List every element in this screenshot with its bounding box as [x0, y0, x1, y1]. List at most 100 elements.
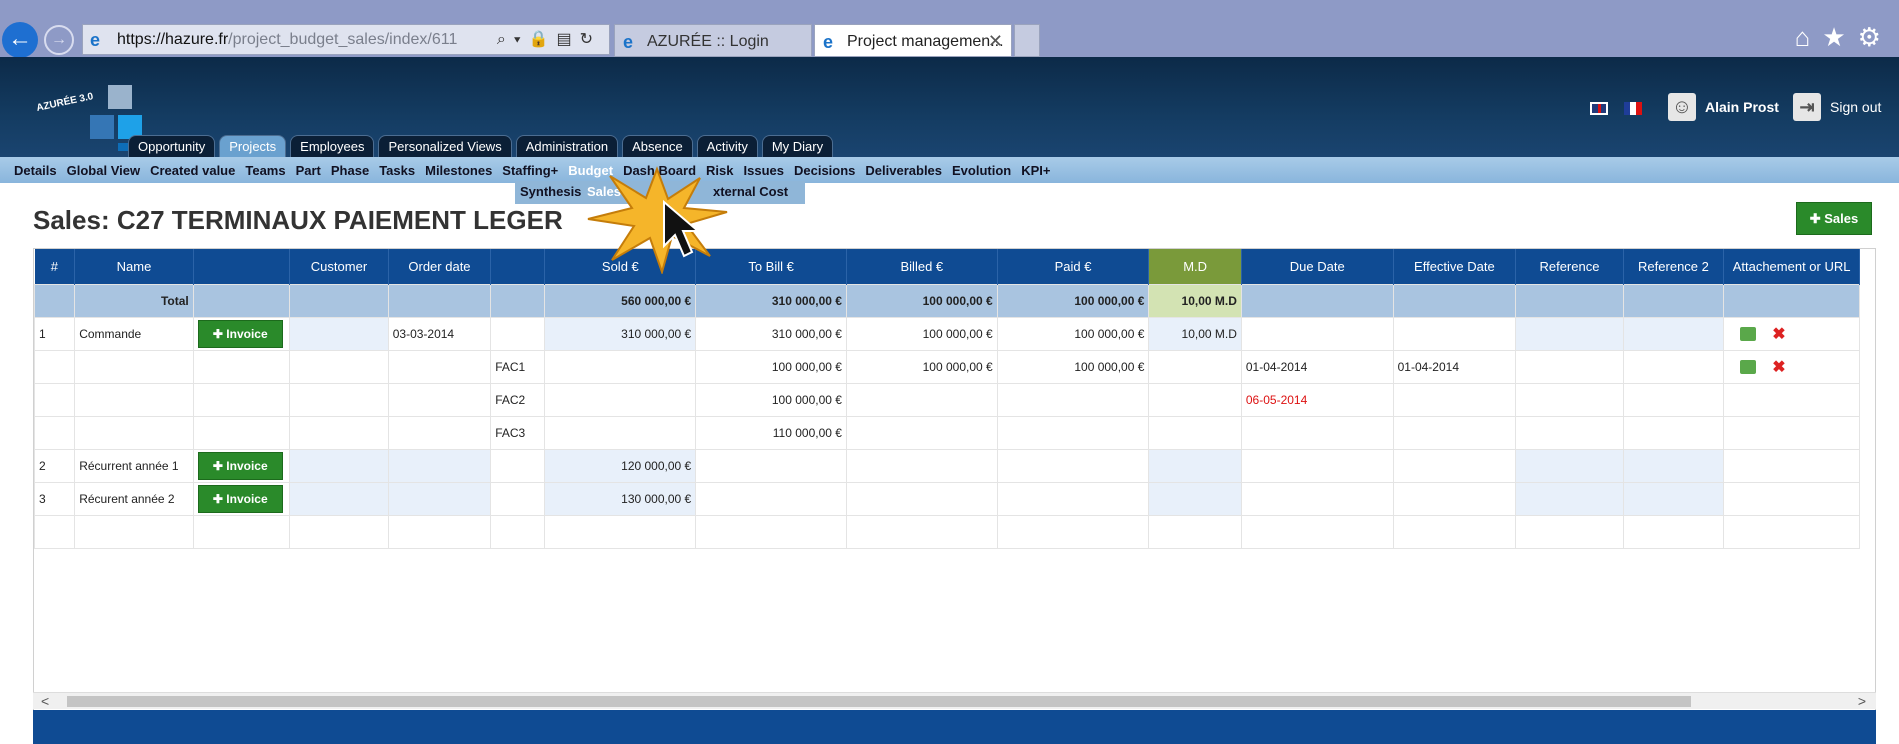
col-header-due-date[interactable]: Due Date	[1241, 249, 1394, 284]
table-row[interactable]: FAC1 100 000,00 € 100 000,00 € 100 000,0…	[34, 349, 1860, 384]
invoice-button[interactable]: ✚ Invoice	[197, 484, 283, 513]
row-reference[interactable]	[1515, 448, 1624, 483]
subnav-global-view[interactable]: Global View	[67, 163, 140, 178]
user-name[interactable]: Alain Prost	[1705, 99, 1779, 115]
row-name[interactable]: Récurent année 2	[74, 481, 194, 516]
tab-projects[interactable]: Projects	[219, 135, 287, 157]
row-to-bill[interactable]: 100 000,00 €	[695, 382, 847, 417]
table-row[interactable]: 3 Récurent année 2 ✚ Invoice 130 000,00 …	[34, 481, 1860, 516]
address-url[interactable]: https://hazure.fr/project_budget_sales/i…	[117, 31, 457, 49]
tab-absence[interactable]: Absence	[622, 135, 693, 157]
browser-tab-project[interactable]: e Project managemen... ✕	[814, 24, 1012, 57]
subnav-deliverables[interactable]: Deliverables	[865, 163, 942, 178]
table-row[interactable]: 2 Récurrent année 1 ✚ Invoice 120 000,00…	[34, 448, 1860, 483]
col-header-name[interactable]: Name	[74, 249, 194, 284]
table-row[interactable]: FAC3 110 000,00 €	[34, 415, 1860, 450]
close-tab-icon[interactable]: ✕	[988, 31, 1003, 52]
row-effective[interactable]	[1392, 415, 1517, 450]
horizontal-scrollbar[interactable]: < >	[33, 692, 1876, 709]
row-reference-2[interactable]	[1622, 316, 1725, 351]
sign-out-icon[interactable]: ⇥	[1793, 93, 1821, 121]
tab-employees[interactable]: Employees	[290, 135, 375, 157]
subnav-evolution[interactable]: Evolution	[952, 163, 1011, 178]
row-due[interactable]: 01-04-2014	[1240, 349, 1394, 384]
address-bar[interactable]: e https://hazure.fr/project_budget_sales…	[82, 24, 610, 55]
browser-home-star-gear-icons[interactable]: ⌂★⚙	[1795, 22, 1893, 53]
row-effective[interactable]: 01-04-2014	[1392, 349, 1517, 384]
row-billed[interactable]: 100 000,00 €	[845, 349, 998, 384]
attachment-icon[interactable]	[1740, 326, 1757, 341]
tab-personalized-views[interactable]: Personalized Views	[378, 135, 512, 157]
subnav-teams[interactable]: Teams	[245, 163, 285, 178]
row-customer[interactable]	[289, 448, 389, 483]
forward-arrow-icon[interactable]: →	[44, 25, 74, 55]
subnav-tasks[interactable]: Tasks	[379, 163, 415, 178]
col-header-attachment[interactable]: Attachement or URL	[1723, 249, 1860, 284]
subnav-staffing[interactable]: Staffing+	[502, 163, 558, 178]
row-sold[interactable]: 130 000,00 €	[544, 481, 697, 516]
row-reference[interactable]	[1515, 481, 1624, 516]
subnav-kpi[interactable]: KPI+	[1021, 163, 1050, 178]
browser-tab-login[interactable]: e AZURÉE :: Login	[614, 24, 812, 57]
col-header-order-date[interactable]: Order date	[388, 249, 492, 284]
col-header-paid[interactable]: Paid €	[997, 249, 1150, 284]
row-paid[interactable]: 100 000,00 €	[996, 349, 1150, 384]
row-to-bill[interactable]: 110 000,00 €	[695, 415, 847, 450]
row-customer[interactable]	[289, 316, 389, 351]
col-header-customer[interactable]: Customer	[289, 249, 389, 284]
row-billed[interactable]	[845, 382, 998, 417]
row-reference-2[interactable]	[1622, 481, 1725, 516]
subnav-decisions[interactable]: Decisions	[794, 163, 855, 178]
row-paid[interactable]	[996, 415, 1150, 450]
row-sold[interactable]: 310 000,00 €	[544, 316, 697, 351]
row-name[interactable]: Récurrent année 1	[74, 448, 194, 483]
col-header-reference-2[interactable]: Reference 2	[1623, 249, 1725, 284]
subnav-part[interactable]: Part	[296, 163, 321, 178]
row-due-overdue[interactable]: 06-05-2014	[1240, 382, 1394, 417]
subnav-phase[interactable]: Phase	[331, 163, 369, 178]
row-md[interactable]	[1148, 448, 1242, 483]
tab-my-diary[interactable]: My Diary	[761, 135, 834, 157]
add-sales-button[interactable]: ✚ Sales	[1796, 202, 1872, 235]
invoice-button[interactable]: ✚ Invoice	[197, 451, 283, 480]
row-md[interactable]	[1148, 481, 1242, 516]
tab-opportunity[interactable]: Opportunity	[128, 135, 216, 157]
back-arrow-icon[interactable]: ←	[2, 22, 38, 58]
scroll-right-icon[interactable]: >	[1858, 693, 1866, 709]
subnav-details[interactable]: Details	[14, 163, 57, 178]
tab-administration[interactable]: Administration	[515, 135, 619, 157]
submenu-synthesis[interactable]: Synthesis	[520, 184, 581, 199]
attachment-icon[interactable]	[1740, 359, 1757, 374]
subnav-created-value[interactable]: Created value	[150, 163, 235, 178]
row-effective[interactable]	[1392, 382, 1517, 417]
row-billed[interactable]	[845, 415, 998, 450]
address-tools-icon[interactable]: ⌕▾🔒▤↻	[497, 29, 601, 49]
col-header-reference[interactable]: Reference	[1515, 249, 1624, 284]
fr-flag-icon[interactable]	[1624, 102, 1642, 115]
row-order-date[interactable]	[387, 448, 492, 483]
row-order-date[interactable]	[387, 481, 492, 516]
row-paid[interactable]	[996, 382, 1150, 417]
sign-out-link[interactable]: Sign out	[1830, 99, 1881, 115]
new-tab-button[interactable]	[1014, 24, 1040, 57]
invoice-button[interactable]: ✚ Invoice	[197, 319, 283, 348]
delete-icon[interactable]: ✖	[1772, 324, 1785, 344]
row-due[interactable]	[1240, 415, 1394, 450]
col-header-effective-date[interactable]: Effective Date	[1393, 249, 1517, 284]
col-header-md[interactable]: M.D	[1148, 249, 1242, 284]
col-header-num[interactable]: #	[34, 249, 76, 284]
scroll-thumb[interactable]	[67, 696, 1691, 707]
row-reference-2[interactable]	[1622, 448, 1725, 483]
subnav-issues[interactable]: Issues	[744, 163, 784, 178]
col-header-billed[interactable]: Billed €	[846, 249, 998, 284]
row-to-bill[interactable]: 100 000,00 €	[695, 349, 847, 384]
table-row[interactable]: FAC2 100 000,00 € 06-05-2014	[34, 382, 1860, 417]
row-name[interactable]: Commande	[74, 316, 194, 351]
row-order-date[interactable]: 03-03-2014	[387, 316, 492, 351]
row-reference[interactable]	[1515, 316, 1624, 351]
row-sold[interactable]: 120 000,00 €	[544, 448, 697, 483]
row-customer[interactable]	[289, 481, 389, 516]
uk-flag-icon[interactable]	[1590, 102, 1608, 115]
scroll-left-icon[interactable]: <	[41, 693, 49, 709]
row-md[interactable]: 10,00 M.D	[1148, 316, 1242, 351]
